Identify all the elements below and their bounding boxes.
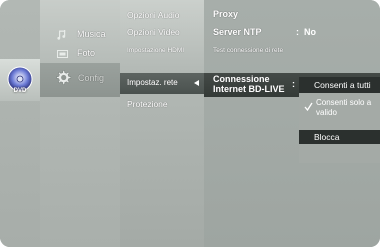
checkmark-icon [304, 102, 313, 111]
ntp-colon: : [296, 27, 299, 37]
sub-menu-item-video[interactable]: Opzioni Video [127, 27, 180, 37]
sub-menu-item-audio[interactable]: Opzioni Audio [127, 10, 179, 20]
main-menu-item-musica[interactable]: Musica [40, 26, 120, 44]
main-menu-item-foto[interactable]: Foto [40, 45, 120, 63]
sub-menu-item-hdmi[interactable]: Impostazione HDMI [127, 47, 184, 54]
ntp-value: No [304, 27, 316, 37]
device-tab-label: DVD [13, 88, 27, 94]
music-note-icon [57, 30, 66, 40]
main-menu-label: Musica [77, 29, 106, 39]
bdlive-colon: : [292, 79, 295, 89]
main-menu: Musica Foto Config [40, 0, 120, 247]
option-label: Blocca [314, 132, 340, 142]
option-blocca[interactable]: Blocca [299, 130, 380, 144]
bdlive-option-line1[interactable]: Connessione [213, 74, 270, 84]
gear-icon [56, 70, 72, 85]
sub-menu-item-rete[interactable]: Impostaz. rete [127, 78, 178, 87]
proxy-option[interactable]: Proxy [213, 9, 238, 19]
main-menu-label: Config [78, 73, 105, 83]
option-consenti-a-tutti[interactable]: Consenti a tutti [299, 77, 380, 93]
option-label: Consenti a tutti [314, 80, 371, 90]
arrow-left-icon [194, 80, 199, 86]
device-column: DVD [0, 0, 40, 247]
main-menu-label: Foto [77, 48, 96, 58]
option-consenti-solo-a-valido[interactable]: Consenti solo a valido [299, 96, 380, 126]
bdlive-option-line2[interactable]: Internet BD-LIVE [213, 84, 285, 94]
photo-icon [57, 50, 68, 58]
sub-menu: Opzioni Audio Opzioni Video Impostazione… [120, 0, 204, 247]
settings-screen: DVD Musica Foto Config Opzioni Audio Opz… [0, 0, 380, 247]
main-menu-item-config[interactable]: Config [40, 70, 120, 88]
sub-menu-item-protezione[interactable]: Protezione [127, 99, 168, 109]
bdlive-options-list: Consenti a tutti Consenti solo a valido … [299, 77, 380, 163]
network-test-option[interactable]: Test connessione di rete [213, 47, 283, 54]
option-label: Consenti solo a valido [316, 98, 372, 117]
ntp-server-option[interactable]: Server NTP [213, 27, 262, 37]
